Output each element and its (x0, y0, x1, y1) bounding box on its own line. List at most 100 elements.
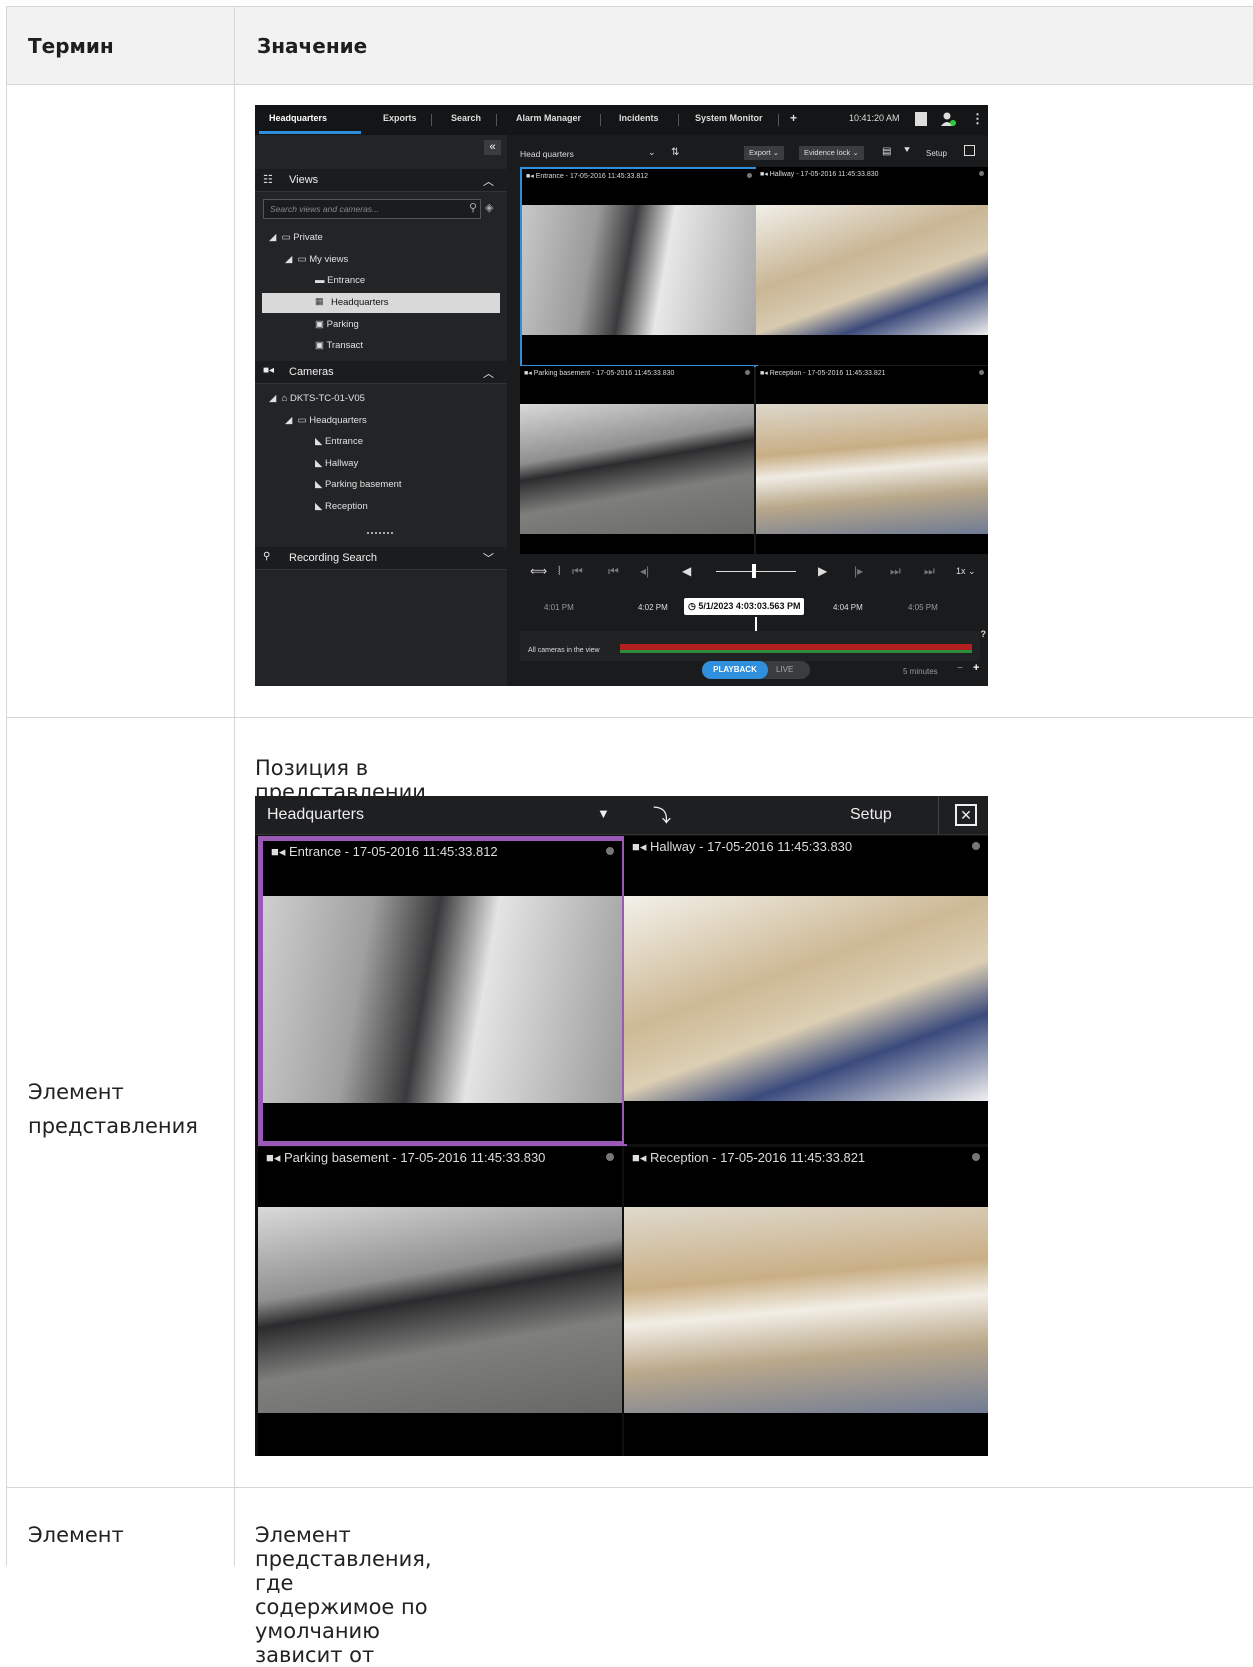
search-icon[interactable]: ⚲ (469, 201, 477, 214)
user-icon[interactable] (940, 112, 956, 132)
camera-icon: ◣ (315, 501, 323, 512)
tree-item-server[interactable]: ◢ ⌂ DKTS-TC-01-V05 (269, 393, 365, 404)
tree-item-camera-entrance[interactable]: ◣ Entrance (315, 436, 363, 447)
view-item-hallway[interactable]: ■◂ Hallway - 17-05-2016 11:45:33.830 (624, 836, 988, 1144)
camera-title: ■◂ Hallway - 17-05-2016 11:45:33.830 (760, 171, 879, 178)
view-item-entrance[interactable]: ■◂ Entrance - 17-05-2016 11:45:33.812 (258, 836, 627, 1146)
view-item-parking-basement[interactable]: ■◂ Parking basement - 17-05-2016 11:45:3… (258, 1147, 622, 1456)
more-menu-icon[interactable]: ⋮ (971, 111, 984, 127)
tree-item-group-headquarters[interactable]: ◢ ▭ Headquarters (285, 415, 367, 426)
description-text: Элемент представления, где содержимое по… (255, 1523, 432, 1667)
tree-item-camera-parking-basement[interactable]: ◣ Parking basement (315, 479, 402, 490)
marker-icon[interactable]: ⦚ (558, 564, 561, 579)
fullscreen-icon[interactable]: ✕ (955, 804, 977, 826)
zoom-in-button[interactable]: + (973, 662, 979, 674)
tree-item-private[interactable]: ◢ ▭ Private (269, 232, 323, 243)
view-item-entrance[interactable]: ■◂ Entrance - 17-05-2016 11:45:33.812 (520, 167, 758, 367)
current-time-badge[interactable]: ◷ 5/1/2023 4:03:03.563 PM (684, 598, 805, 615)
fullscreen-icon[interactable] (964, 145, 975, 156)
zoom-out-button[interactable]: − (957, 663, 963, 674)
tag-icon[interactable]: ◈ (485, 201, 493, 214)
live-mode-button[interactable]: LIVE (776, 661, 793, 679)
table-row: Элемент Элемент представления, где содер… (6, 1487, 1253, 1667)
camera-icon: ◣ (315, 479, 323, 490)
tab-bar: Headquarters Exports Search Alarm Manage… (255, 105, 988, 135)
view-item-reception[interactable]: ■◂ Reception - 17-05-2016 11:45:33.821 (624, 1147, 988, 1456)
next-frame-icon[interactable]: |▸ (854, 564, 863, 578)
speed-slider-thumb[interactable] (752, 564, 756, 578)
mode-switch[interactable]: PLAYBACK LIVE (702, 661, 810, 679)
tab-separator (431, 114, 432, 126)
tree-item-camera-hallway[interactable]: ◣ Hallway (315, 458, 358, 469)
chevron-up-icon[interactable]: ︿ (483, 365, 494, 381)
export-button[interactable]: Export ⌄ (744, 146, 785, 160)
clock-icon: ◷ (688, 601, 696, 611)
speed-slider[interactable] (716, 571, 796, 572)
previous-frame-icon[interactable]: ◂| (640, 564, 649, 578)
tree-item-transact[interactable]: ▣ Transact (315, 340, 363, 351)
tab-headquarters[interactable]: Headquarters (269, 113, 327, 123)
evidence-lock-button[interactable]: Evidence lock ⌄ (799, 146, 864, 160)
tab-incidents[interactable]: Incidents (619, 113, 659, 123)
camera-title: ■◂ Parking basement - 17-05-2016 11:45:3… (266, 1150, 546, 1165)
search-input[interactable]: Search views and cameras... ⚲ (263, 199, 481, 219)
views-panel-header[interactable]: ☷ Views ︿ (255, 169, 507, 192)
tree-item-my-views[interactable]: ◢ ▭ My views (285, 254, 348, 265)
setup-button[interactable]: Setup (850, 806, 892, 824)
folder-icon: ▭ (281, 232, 291, 243)
time-span-icon[interactable]: ⟺ (530, 564, 547, 578)
camera-icon: ■◂ (760, 370, 768, 377)
bookmark-icon[interactable]: ⯆ (903, 145, 911, 156)
camera-icon: ■◂ (271, 844, 286, 859)
play-reverse-icon[interactable]: ◀ (682, 564, 691, 578)
chevron-down-icon[interactable]: ⌄ (648, 147, 656, 158)
view-item-hallway[interactable]: ■◂ Hallway - 17-05-2016 11:45:33.830 (756, 167, 988, 365)
tree-item-entrance[interactable]: ▬ Entrance (315, 275, 365, 286)
view-layout-icon: ▬ (315, 275, 325, 286)
recording-search-panel-header[interactable]: ⚲ Recording Search ﹀ (255, 547, 507, 570)
status-dot (745, 370, 750, 375)
next-sequence-icon[interactable]: ⏭ (890, 564, 901, 579)
cameras-panel-header[interactable]: ■◂ Cameras ︿ (255, 361, 507, 384)
add-tab-button[interactable]: + (790, 111, 797, 125)
resize-grip[interactable] (367, 532, 393, 534)
playback-mode-button[interactable]: PLAYBACK (702, 661, 768, 679)
view-item-parking-basement[interactable]: ■◂ Parking basement - 17-05-2016 11:45:3… (520, 366, 754, 554)
tab-search[interactable]: Search (451, 113, 481, 123)
chevron-down-icon[interactable]: ﹀ (483, 550, 494, 566)
tab-exports[interactable]: Exports (383, 113, 417, 123)
clock: 10:41:20 AM (849, 113, 900, 123)
camera-feed-image (756, 404, 988, 534)
camera-icon: ■◂ (266, 1150, 281, 1165)
help-mark[interactable]: ? (981, 629, 987, 639)
print-icon[interactable]: ▤ (882, 146, 891, 157)
tab-system-monitor[interactable]: System Monitor (695, 113, 763, 123)
setup-button[interactable]: Setup (926, 149, 947, 158)
tree-item-parking[interactable]: ▣ Parking (315, 319, 359, 330)
tab-alarm-manager[interactable]: Alarm Manager (516, 113, 581, 123)
timeline-axis: 4:01 PM 4:02 PM 4:04 PM 4:05 PM ◷ 5/1/20… (520, 595, 988, 625)
time-tick: 4:02 PM (638, 603, 668, 612)
view-item-reception[interactable]: ■◂ Reception - 17-05-2016 11:45:33.821 (756, 366, 988, 554)
skip-to-start-icon[interactable]: ⏮ (572, 564, 583, 579)
view-toolbar: Headquarters ▼ ⤵ Setup ✕ (255, 796, 988, 835)
view-name[interactable]: Headquarters (267, 806, 364, 824)
camera-icon: ■◂ (263, 365, 275, 376)
swap-icon[interactable]: ⇅ (671, 147, 679, 158)
play-forward-icon[interactable]: ▶ (818, 564, 827, 578)
tour-icon[interactable] (915, 112, 927, 126)
timeline-track[interactable]: All cameras in the view ? (520, 629, 986, 661)
tree-item-headquarters[interactable]: ▦ Headquarters (262, 293, 500, 313)
tree-item-camera-reception[interactable]: ◣ Reception (315, 501, 368, 512)
collapse-sidebar-button[interactable]: « (484, 140, 501, 155)
status-dot (979, 171, 984, 176)
chevron-up-icon[interactable]: ︿ (483, 173, 494, 189)
previous-sequence-icon[interactable]: ⏮ (608, 564, 619, 579)
time-span-label: 5 minutes (903, 667, 938, 676)
skip-to-end-icon[interactable]: ⏭ (924, 564, 935, 579)
speed-select[interactable]: 1x ⌄ (956, 566, 976, 577)
dropdown-arrow-icon[interactable]: ▼ (597, 806, 610, 821)
camera-feed-image (520, 404, 754, 534)
view-select[interactable]: Head quarters (520, 149, 574, 159)
swap-view-icon[interactable]: ⤵ (653, 802, 671, 828)
